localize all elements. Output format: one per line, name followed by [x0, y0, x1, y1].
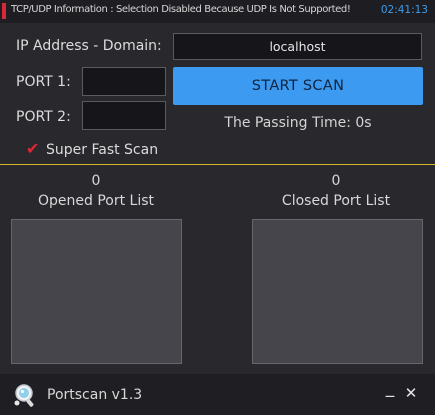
closed-port-list[interactable] [252, 219, 423, 364]
info-accent-marker [2, 3, 6, 19]
closed-list-title: Closed Port List [281, 193, 391, 209]
magnifier-app-icon [14, 384, 34, 407]
super-fast-checkbox[interactable]: ✔ [26, 141, 39, 157]
clock: 02:41:13 [380, 4, 428, 16]
port1-input[interactable] [82, 67, 166, 96]
info-bar: TCP/UDP Information : Selection Disabled… [0, 0, 435, 23]
ip-address-label: IP Address - Domain: [16, 38, 162, 54]
start-scan-button[interactable]: START SCAN [173, 67, 423, 105]
minimize-button[interactable]: _ [380, 378, 400, 398]
port1-label: PORT 1: [16, 74, 71, 90]
opened-count: 0 [91, 173, 101, 189]
port2-label: PORT 2: [16, 109, 71, 125]
info-text: TCP/UDP Information : Selection Disabled… [11, 4, 351, 15]
section-divider [0, 164, 435, 165]
host-input[interactable]: localhost [173, 33, 422, 60]
closed-count: 0 [331, 173, 341, 189]
title-bar: Portscan v1.3 _ ✕ [0, 374, 435, 415]
app-title: Portscan v1.3 [47, 387, 143, 403]
opened-port-list[interactable] [11, 219, 182, 364]
passing-time-label: The Passing Time: 0s [224, 115, 372, 131]
opened-list-title: Opened Port List [37, 193, 155, 209]
super-fast-label[interactable]: Super Fast Scan [46, 142, 158, 158]
port2-input[interactable] [82, 101, 166, 130]
close-button[interactable]: ✕ [401, 384, 421, 402]
